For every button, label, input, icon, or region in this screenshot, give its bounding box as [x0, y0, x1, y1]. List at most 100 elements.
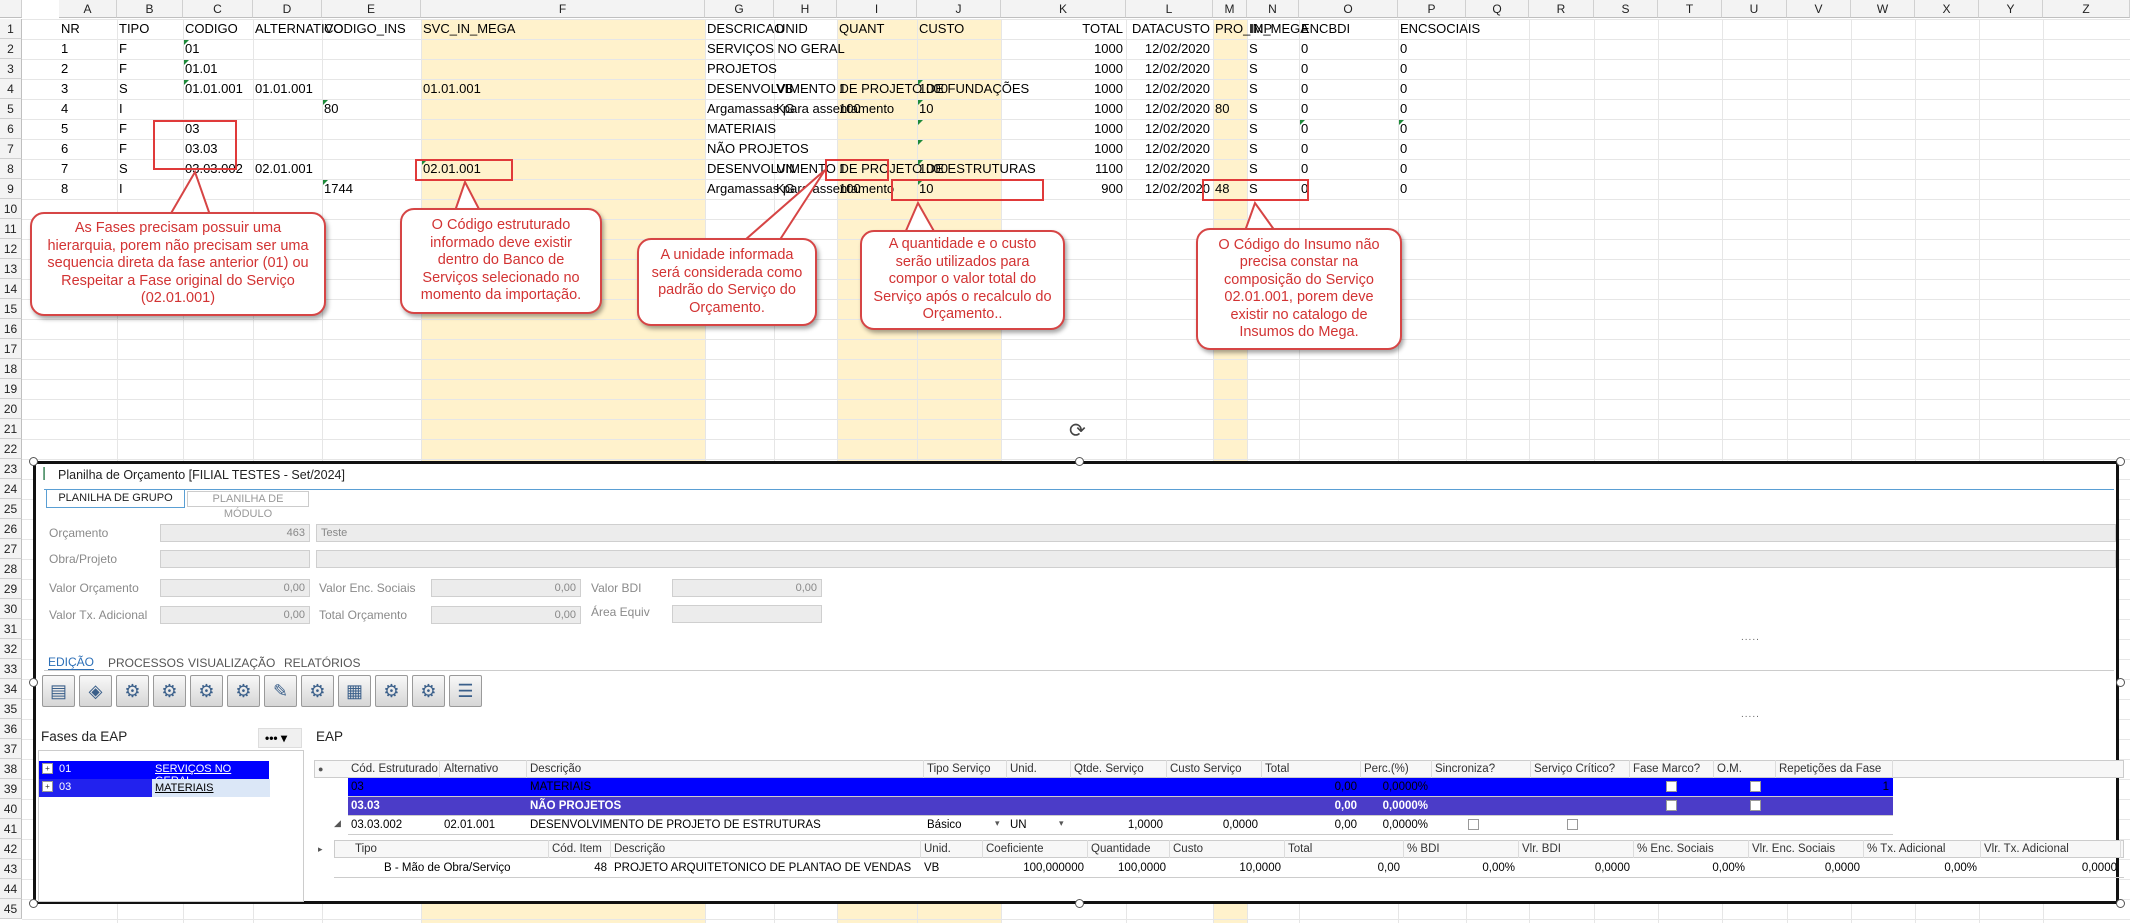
row-header[interactable]: 38 [0, 759, 22, 779]
expand-icon[interactable]: + [42, 781, 53, 792]
resize-handle[interactable] [2116, 899, 2125, 908]
data-cell[interactable]: F [117, 119, 127, 139]
column-header[interactable]: J [917, 0, 1001, 18]
header-cell[interactable]: ENCBDI [1299, 19, 1350, 39]
data-cell[interactable]: 12/02/2020 [1126, 119, 1213, 139]
grid-col-header[interactable]: Qtde. Serviço [1071, 760, 1167, 778]
grid-col-header[interactable]: Custo Serviço [1167, 760, 1262, 778]
row-header[interactable]: 33 [0, 659, 22, 679]
subgrid-cell[interactable]: 100,0000 [1088, 859, 1170, 877]
data-cell[interactable]: S [117, 159, 128, 179]
data-cell[interactable]: I [117, 179, 123, 199]
column-header[interactable]: Q [1466, 0, 1529, 18]
toolbar-button-5[interactable]: ⚙ [190, 675, 223, 707]
header-cell[interactable]: IMP [1247, 19, 1272, 39]
row-header[interactable]: 35 [0, 699, 22, 719]
grid-cell[interactable]: 1,0000 [1071, 816, 1167, 834]
header-cell[interactable]: UNID [774, 19, 808, 39]
subgrid-cell[interactable]: VB [921, 859, 983, 877]
row-header[interactable]: 44 [0, 879, 22, 899]
toolbar-button-9[interactable]: ▦ [338, 675, 371, 707]
subgrid-cell[interactable]: 0,00% [1634, 859, 1749, 877]
data-cell[interactable]: 2 [59, 59, 68, 79]
data-cell[interactable]: 0 [1398, 99, 1407, 119]
row-header[interactable]: 11 [0, 219, 22, 239]
column-header[interactable]: G [705, 0, 774, 18]
column-header[interactable]: P [1398, 0, 1466, 18]
subgrid-cell[interactable]: 48 [549, 859, 611, 877]
subgrid-cell[interactable]: 0,00% [1404, 859, 1519, 877]
data-cell[interactable]: S [1247, 159, 1258, 179]
grid-col-header[interactable]: Fase Marco? [1630, 760, 1714, 778]
toolbar-button-10[interactable]: ⚙ [375, 675, 408, 707]
column-header[interactable]: L [1126, 0, 1213, 18]
row-header[interactable]: 10 [0, 199, 22, 219]
grid-col-header[interactable]: Alternativo [441, 760, 527, 778]
checkbox[interactable] [1750, 800, 1761, 811]
grid-col-header[interactable]: Repetições da Fase [1776, 760, 1893, 778]
data-cell[interactable]: 8 [59, 179, 68, 199]
subgrid-cell[interactable]: 100,000000 [983, 859, 1088, 877]
data-cell[interactable]: DESENVOLVIMENTO DE PROJETO DE FUNDAÇÕES [705, 79, 1029, 99]
row-header[interactable]: 9 [0, 179, 22, 199]
grid-cell[interactable]: 03.03 [348, 797, 440, 815]
toolbar-button-8[interactable]: ⚙ [301, 675, 334, 707]
resize-handle[interactable] [1075, 899, 1084, 908]
fase-item-03[interactable]: + 03 MATERIAIS [39, 779, 270, 797]
column-header[interactable]: O [1299, 0, 1398, 18]
row-header[interactable]: 40 [0, 799, 22, 819]
row-header[interactable]: 17 [0, 339, 22, 359]
menu-edicao[interactable]: EDIÇÃO [48, 655, 95, 671]
data-cell[interactable]: 1 [59, 39, 68, 59]
row-header[interactable]: 18 [0, 359, 22, 379]
data-cell[interactable]: 12/02/2020 [1126, 79, 1213, 99]
grid-col-header[interactable]: Total [1262, 760, 1361, 778]
row-header[interactable]: 13 [0, 259, 22, 279]
row-header[interactable]: 19 [0, 379, 22, 399]
orcamento-desc-field[interactable]: Teste [316, 524, 2116, 542]
data-cell[interactable]: 5 [59, 119, 68, 139]
row-header[interactable]: 6 [0, 119, 22, 139]
column-header[interactable]: Z [2043, 0, 2130, 18]
data-cell[interactable]: 1000 [1001, 119, 1126, 139]
chevron-down-icon[interactable]: ▾ [1059, 818, 1064, 829]
header-cell[interactable]: DESCRICAO [705, 19, 784, 39]
row-header[interactable]: 37 [0, 739, 22, 759]
grid-col-header[interactable]: Sincroniza? [1432, 760, 1531, 778]
toolbar-button-1[interactable]: ▤ [42, 675, 75, 707]
subgrid-cell[interactable]: B - Mão de Obra/Serviço [352, 859, 549, 877]
subgrid-col-header[interactable]: % Enc. Sociais [1634, 840, 1749, 858]
column-header[interactable]: D [253, 0, 322, 18]
row-header[interactable]: 5 [0, 99, 22, 119]
column-header[interactable]: I [837, 0, 917, 18]
resize-handle[interactable] [29, 678, 38, 687]
data-cell[interactable]: 0 [1398, 139, 1407, 159]
grid-cell[interactable]: 0,00 [1262, 797, 1361, 815]
data-cell[interactable]: 100 [837, 99, 861, 119]
row-header[interactable]: 4 [0, 79, 22, 99]
row-header[interactable]: 43 [0, 859, 22, 879]
grid-cell[interactable]: 03.03.002 [348, 816, 440, 834]
data-cell[interactable]: VB [774, 79, 793, 99]
subgrid-cell[interactable]: 0,00% [1864, 859, 1981, 877]
grid-cell[interactable]: 0,00 [1262, 778, 1361, 796]
header-cell[interactable]: NR [59, 19, 80, 39]
checkbox[interactable] [1666, 781, 1677, 792]
row-header[interactable]: 26 [0, 519, 22, 539]
row-header[interactable]: 39 [0, 779, 22, 799]
subgrid-col-header[interactable]: Descrição [611, 840, 921, 858]
checkbox[interactable] [1750, 781, 1761, 792]
header-cell[interactable]: TOTAL [1001, 19, 1126, 39]
data-cell[interactable]: 0 [1398, 179, 1407, 199]
splitter-dots-2[interactable]: ..... [1741, 709, 1760, 720]
data-cell[interactable]: 7 [59, 159, 68, 179]
grid-cell[interactable]: 0,0000% [1361, 797, 1432, 815]
subgrid-cell[interactable]: 0,0000 [1519, 859, 1634, 877]
data-cell[interactable]: 1000 [1001, 59, 1126, 79]
column-header[interactable]: H [774, 0, 837, 18]
data-cell[interactable]: 12/02/2020 [1126, 39, 1213, 59]
row-header[interactable]: 21 [0, 419, 22, 439]
data-cell[interactable]: 1000 [1001, 39, 1126, 59]
row-header[interactable]: 45 [0, 899, 22, 919]
data-cell[interactable]: UN [774, 159, 795, 179]
